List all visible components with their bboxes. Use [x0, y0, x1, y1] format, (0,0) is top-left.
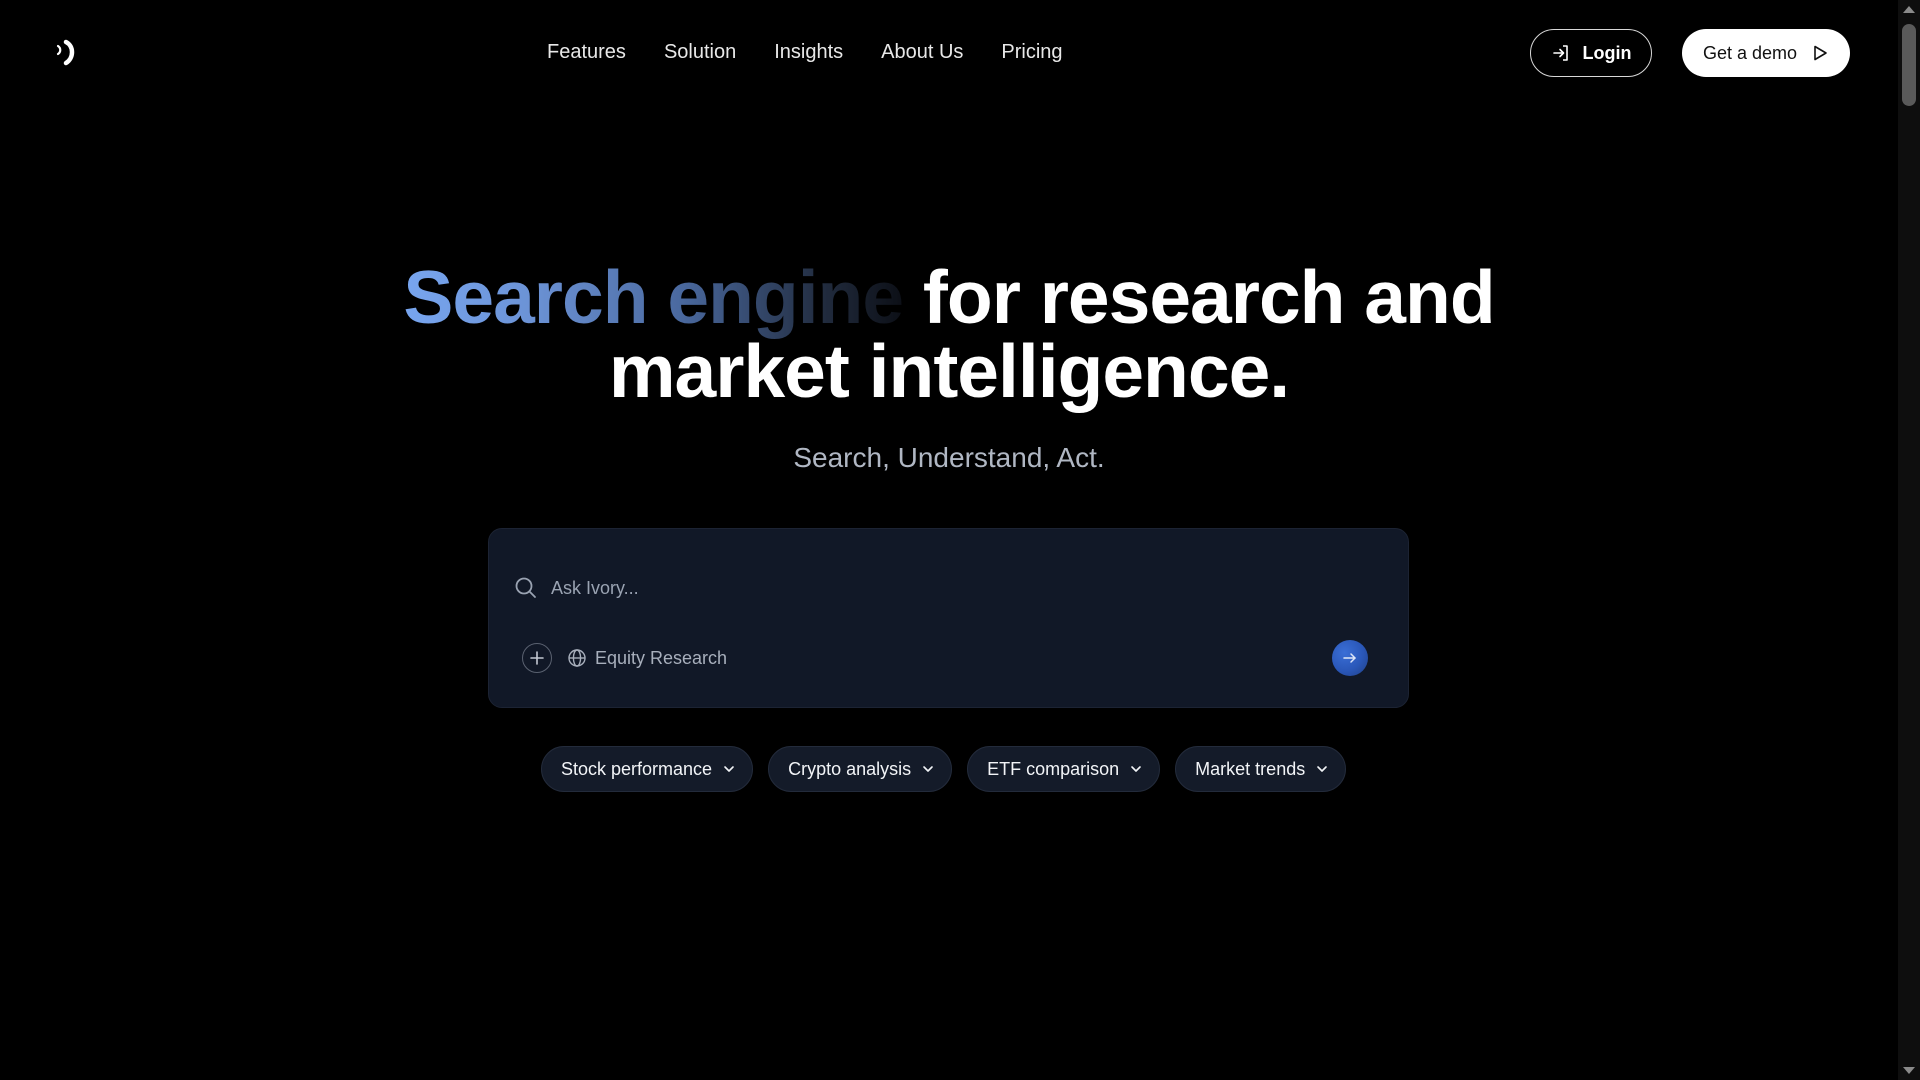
- nav-insights[interactable]: Insights: [774, 38, 843, 66]
- send-button[interactable]: [1332, 640, 1368, 676]
- hero-subtitle: Search, Understand, Act.: [793, 442, 1105, 473]
- scroll-down-arrow-icon[interactable]: [1903, 1067, 1915, 1074]
- equity-research-mode[interactable]: Equity Research: [567, 643, 727, 673]
- chip-label: ETF comparison: [987, 758, 1120, 779]
- chip-etf-comparison[interactable]: ETF comparison: [967, 746, 1161, 792]
- nav-solution[interactable]: Solution: [664, 38, 736, 66]
- chip-label: Stock performance: [561, 758, 713, 779]
- chip-stock-performance[interactable]: Stock performance: [541, 746, 754, 792]
- search-icon: [515, 577, 536, 598]
- suggestion-chips: Stock performance Crypto analysis ETF co…: [541, 746, 1347, 792]
- login-arrow-icon: [1552, 45, 1568, 61]
- play-icon: [1814, 45, 1827, 61]
- hero-title-line2: market intelligence.: [608, 329, 1290, 413]
- get-demo-label: Get a demo: [1702, 42, 1798, 63]
- nav-pricing[interactable]: Pricing: [1001, 38, 1062, 66]
- chevron-down-icon: [1131, 766, 1141, 772]
- nav-about-us[interactable]: About Us: [881, 38, 963, 66]
- hero-title-highlight: Search engine: [403, 255, 904, 339]
- chip-label: Market trends: [1195, 758, 1306, 779]
- chevron-down-icon: [724, 766, 734, 772]
- login-button[interactable]: Login: [1530, 29, 1652, 77]
- add-attachment-button[interactable]: [522, 643, 552, 673]
- arrow-right-icon: [1343, 653, 1356, 663]
- hero-title: Search engine for research and market in…: [0, 260, 1898, 409]
- ivory-logo-icon[interactable]: [52, 32, 82, 72]
- chevron-down-icon: [923, 766, 933, 772]
- chevron-down-icon: [1317, 766, 1328, 772]
- hero-title-line1-rest: for research and: [922, 255, 1496, 339]
- get-demo-button[interactable]: Get a demo: [1682, 29, 1850, 77]
- globe-icon: [568, 649, 586, 667]
- page: Features Solution Insights About Us Pric…: [0, 0, 1898, 1080]
- scroll-thumb[interactable]: [1902, 24, 1916, 106]
- nav-features[interactable]: Features: [547, 38, 626, 66]
- login-label: Login: [1582, 42, 1632, 63]
- chip-market-trends[interactable]: Market trends: [1175, 746, 1347, 792]
- scroll-up-arrow-icon[interactable]: [1903, 6, 1915, 13]
- search-input[interactable]: [549, 573, 1329, 603]
- main-nav: Features Solution Insights About Us Pric…: [547, 38, 1063, 66]
- page-scrollbar[interactable]: [1898, 0, 1920, 1080]
- search-card: Equity Research: [488, 528, 1409, 708]
- plus-icon: [530, 651, 544, 665]
- chip-label: Crypto analysis: [788, 758, 912, 779]
- chip-crypto-analysis[interactable]: Crypto analysis: [768, 746, 953, 792]
- mode-label: Equity Research: [595, 647, 728, 668]
